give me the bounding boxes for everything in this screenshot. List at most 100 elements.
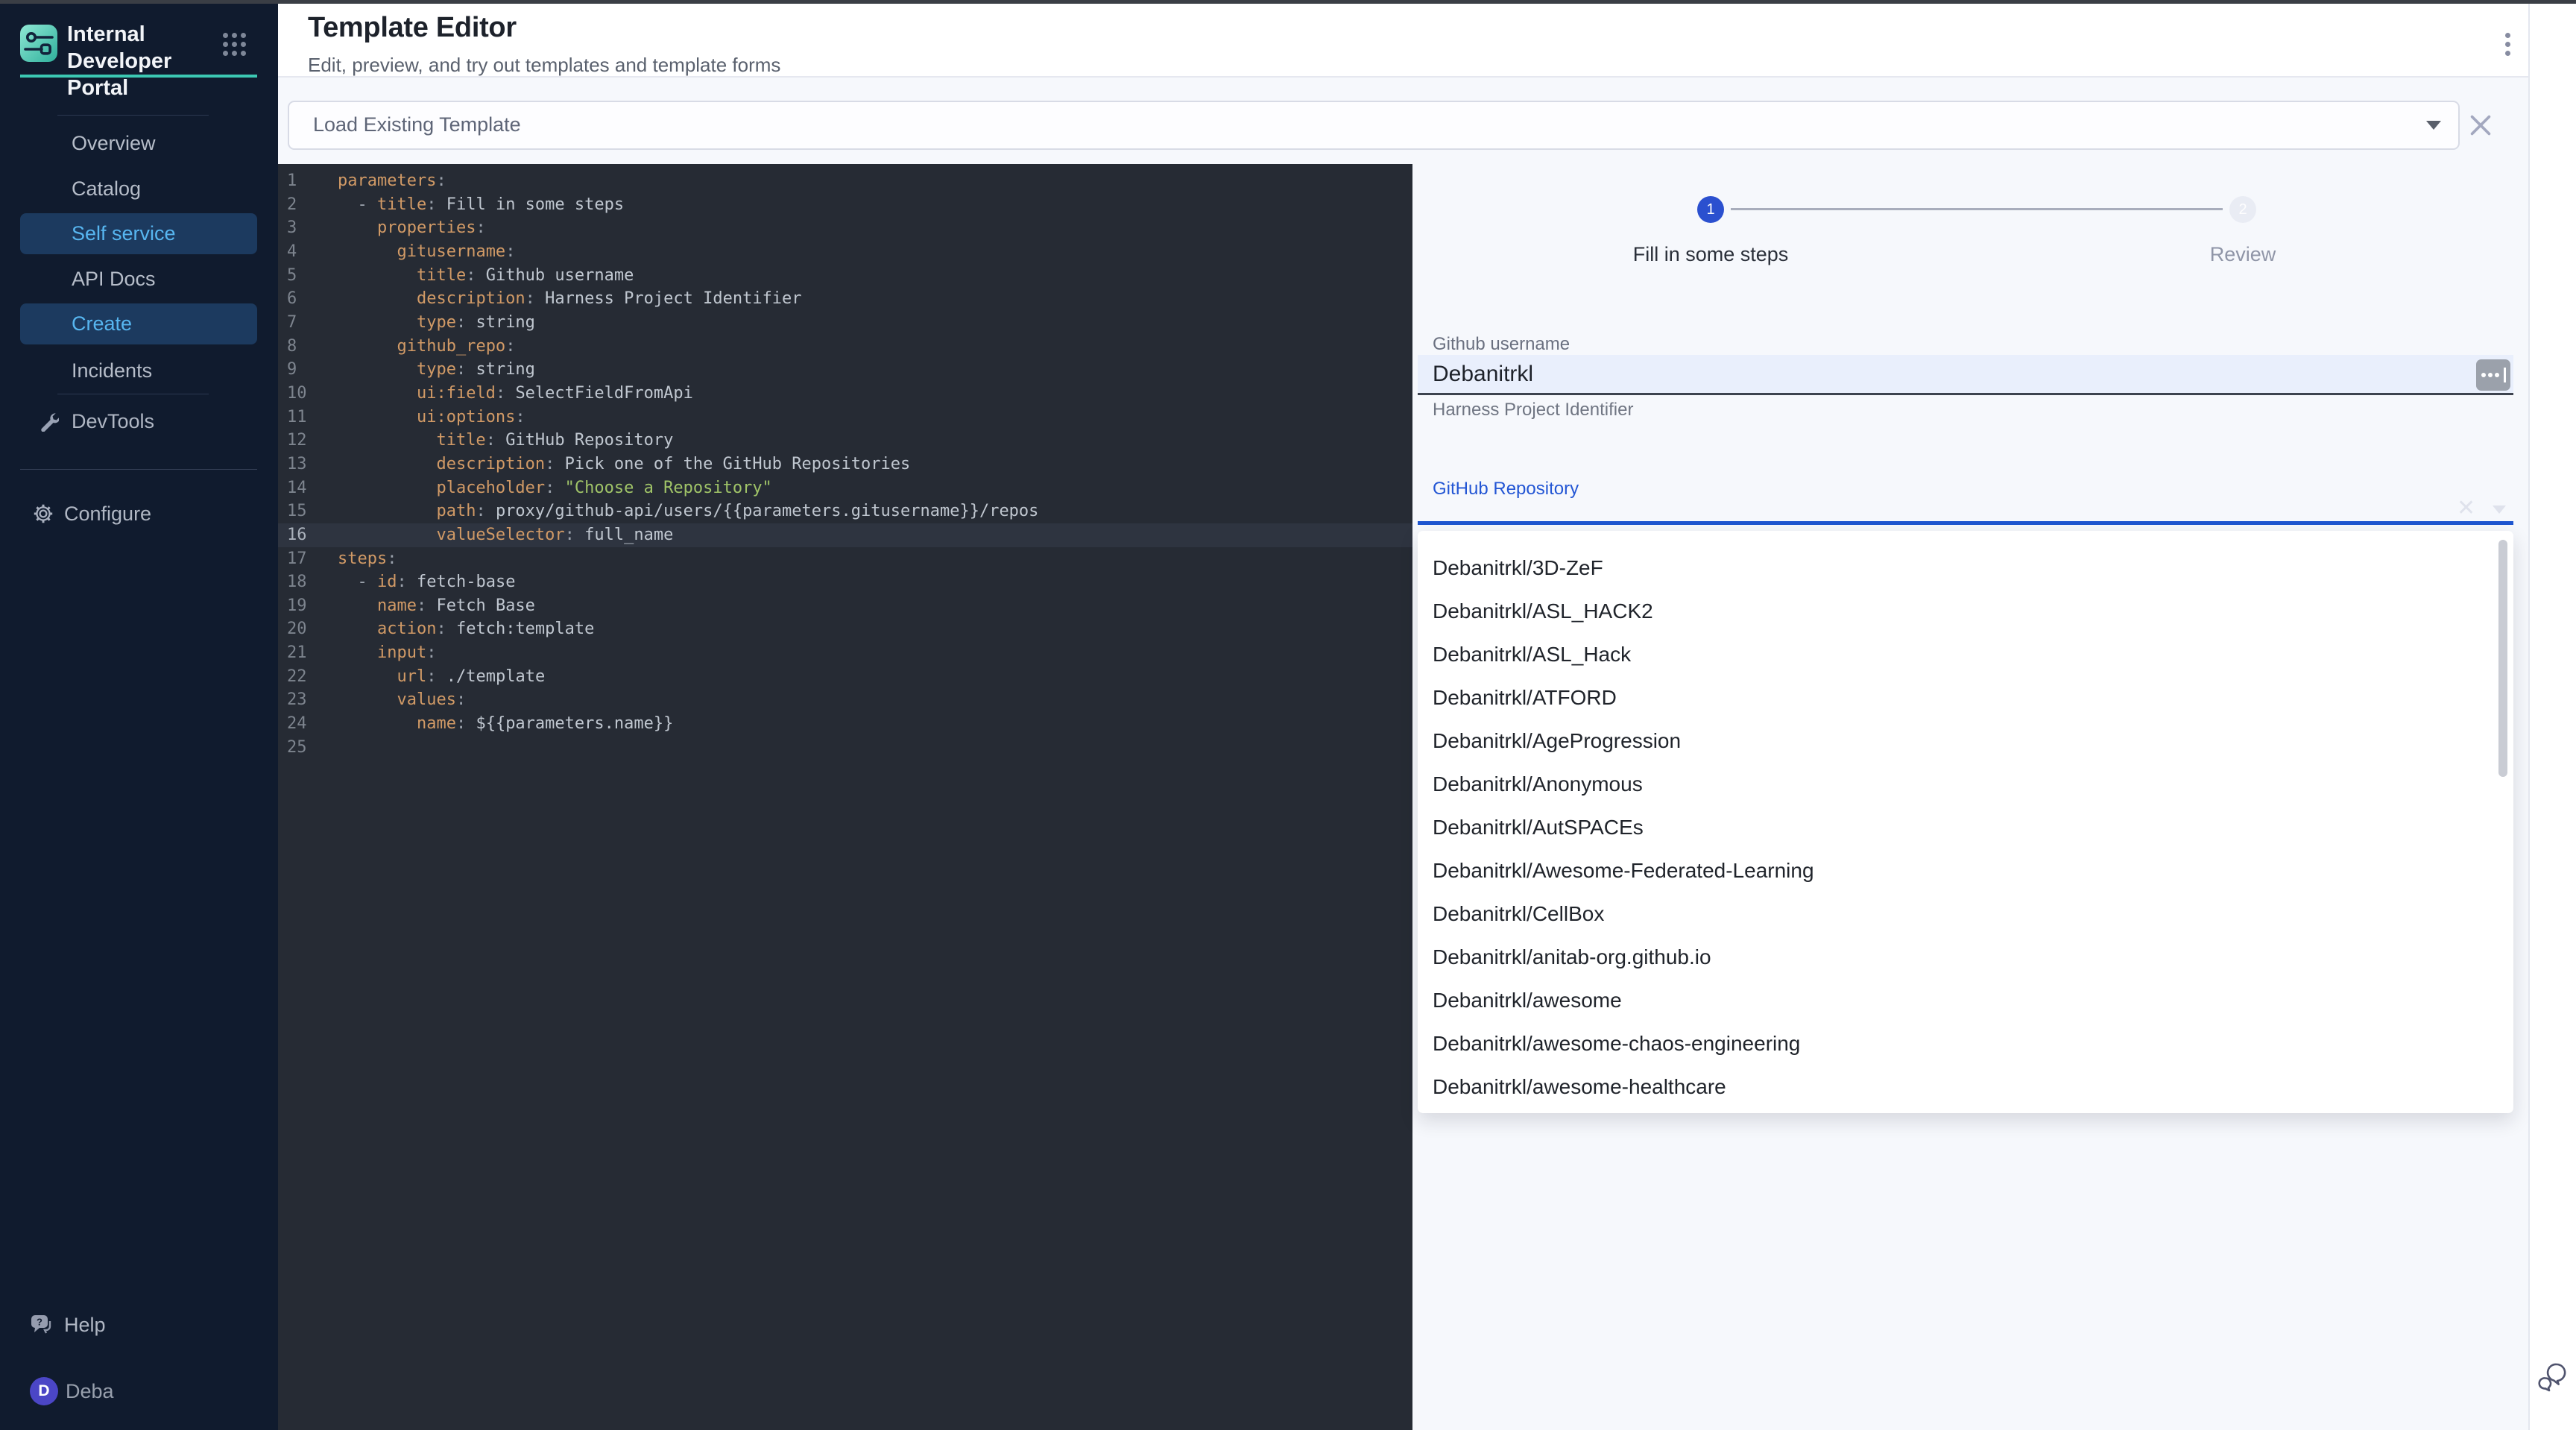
help-label: Help: [64, 1305, 106, 1345]
line-number: 4: [278, 240, 338, 264]
sidebar-item-devtools[interactable]: DevTools: [0, 401, 278, 441]
code-text: title: GitHub Repository: [338, 431, 673, 450]
sidebar-item-catalog[interactable]: Catalog: [20, 168, 257, 209]
line-number: 15: [278, 500, 338, 523]
code-line[interactable]: 18 - id: fetch-base: [278, 570, 1412, 594]
sidebar-divider: [20, 469, 257, 470]
code-line[interactable]: 13 description: Pick one of the GitHub R…: [278, 453, 1412, 476]
code-text: values:: [338, 690, 466, 709]
line-number: 7: [278, 311, 338, 335]
sidebar-user[interactable]: D Deba: [0, 1371, 278, 1411]
focused-field-underline: [1418, 521, 2513, 525]
code-line[interactable]: 12 title: GitHub Repository: [278, 429, 1412, 453]
help-chat-icon: ?: [30, 1314, 55, 1338]
line-number: 16: [278, 523, 338, 547]
dropdown-scrollbar-thumb[interactable]: [2498, 540, 2507, 777]
wrench-icon: [39, 412, 59, 432]
line-number: 12: [278, 429, 338, 453]
repo-option[interactable]: Debanitrkl/ASL_Hack: [1418, 633, 2513, 676]
sidebar-item-overview[interactable]: Overview: [20, 123, 257, 163]
clear-selection-icon[interactable]: ✕: [2457, 495, 2475, 521]
sidebar-item-incidents[interactable]: Incidents: [20, 350, 257, 391]
code-line[interactable]: 16 valueSelector: full_name: [278, 523, 1412, 547]
load-existing-template-select[interactable]: [288, 101, 2460, 150]
stepper-step-2[interactable]: 2: [2229, 196, 2256, 223]
code-line[interactable]: 9 type: string: [278, 358, 1412, 382]
code-line[interactable]: 5 title: Github username: [278, 264, 1412, 288]
code-line[interactable]: 3 properties:: [278, 216, 1412, 240]
code-line[interactable]: 10 ui:field: SelectFieldFromApi: [278, 382, 1412, 406]
code-line[interactable]: 20 action: fetch:template: [278, 617, 1412, 641]
sidebar-item-configure[interactable]: Configure: [0, 494, 278, 534]
code-text: description: Harness Project Identifier: [338, 289, 802, 308]
code-line[interactable]: 2 - title: Fill in some steps: [278, 193, 1412, 217]
stepper-step-1[interactable]: 1: [1697, 196, 1724, 223]
repo-option[interactable]: Debanitrkl/CellBox: [1418, 892, 2513, 936]
repo-option[interactable]: Debanitrkl/anitab-org.github.io: [1418, 936, 2513, 979]
repo-option[interactable]: Debanitrkl/AgeProgression: [1418, 719, 2513, 763]
code-text: ui:field: SelectFieldFromApi: [338, 384, 693, 403]
code-line[interactable]: 1parameters:: [278, 169, 1412, 193]
autofill-icon[interactable]: [2476, 359, 2510, 391]
repo-option[interactable]: Debanitrkl/3D-ZeF: [1418, 547, 2513, 590]
github-username-helper: Harness Project Identifier: [1433, 400, 1633, 421]
sidebar-item-create[interactable]: Create: [20, 303, 257, 344]
code-text: ui:options:: [338, 408, 525, 426]
code-line[interactable]: 7 type: string: [278, 311, 1412, 335]
code-line[interactable]: 19 name: Fetch Base: [278, 594, 1412, 618]
code-text: description: Pick one of the GitHub Repo…: [338, 455, 910, 473]
devtools-label: DevTools: [72, 401, 154, 441]
line-number: 19: [278, 594, 338, 618]
close-icon[interactable]: [2469, 113, 2493, 137]
code-text: placeholder: "Choose a Repository": [338, 479, 772, 497]
line-number: 22: [278, 665, 338, 689]
code-line[interactable]: 6 description: Harness Project Identifie…: [278, 287, 1412, 311]
line-number: 10: [278, 382, 338, 406]
repository-dropdown-list: Debanitrkl/3D-ZeFDebanitrkl/ASL_HACK2Deb…: [1418, 531, 2513, 1113]
dropdown-caret-icon[interactable]: [2426, 121, 2441, 130]
repo-option[interactable]: Debanitrkl/awesome-healthcare: [1418, 1065, 2513, 1109]
more-options-icon[interactable]: [2505, 33, 2510, 56]
repo-option[interactable]: Debanitrkl/awesome-chaos-engineering: [1418, 1022, 2513, 1065]
repo-option[interactable]: Debanitrkl/Anonymous: [1418, 763, 2513, 806]
code-text: valueSelector: full_name: [338, 526, 673, 544]
line-number: 18: [278, 570, 338, 594]
dropdown-caret-icon[interactable]: [2493, 505, 2506, 514]
line-number: 21: [278, 641, 338, 665]
app-switcher-icon[interactable]: [223, 33, 246, 56]
line-number: 3: [278, 216, 338, 240]
code-text: name: Fetch Base: [338, 596, 535, 615]
code-line[interactable]: 25: [278, 736, 1412, 760]
sidebar-item-help[interactable]: ? Help: [0, 1305, 278, 1345]
code-line[interactable]: 23 values:: [278, 688, 1412, 712]
code-line[interactable]: 17steps:: [278, 547, 1412, 571]
code-line[interactable]: 21 input:: [278, 641, 1412, 665]
page-subtitle: Edit, preview, and try out templates and…: [308, 54, 780, 77]
sidebar-item-self-service[interactable]: Self service: [20, 213, 257, 254]
line-number: 8: [278, 335, 338, 359]
repo-option[interactable]: Debanitrkl/ASL_HACK2: [1418, 590, 2513, 633]
line-number: 11: [278, 406, 338, 429]
code-line[interactable]: 14 placeholder: "Choose a Repository": [278, 476, 1412, 500]
code-line[interactable]: 4 gitusername:: [278, 240, 1412, 264]
repo-option[interactable]: Debanitrkl/ATFORD: [1418, 676, 2513, 719]
yaml-code-editor[interactable]: 1parameters:2 - title: Fill in some step…: [278, 164, 1412, 1430]
app-logo-icon[interactable]: [20, 25, 57, 62]
github-username-label: Github username: [1433, 334, 1570, 355]
sidebar-item-api-docs[interactable]: API Docs: [20, 259, 257, 299]
chat-feedback-icon[interactable]: [2536, 1360, 2570, 1394]
code-line[interactable]: 8 github_repo:: [278, 335, 1412, 359]
repo-option[interactable]: Debanitrkl/awesome: [1418, 979, 2513, 1022]
line-number: 6: [278, 287, 338, 311]
sidebar-divider: [57, 115, 209, 116]
github-username-input[interactable]: [1418, 355, 2513, 395]
code-text: - id: fetch-base: [338, 573, 515, 591]
code-line[interactable]: 24 name: ${{parameters.name}}: [278, 712, 1412, 736]
code-line[interactable]: 15 path: proxy/github-api/users/{{parame…: [278, 500, 1412, 523]
code-line[interactable]: 22 url: ./template: [278, 665, 1412, 689]
repo-option[interactable]: Debanitrkl/Awesome-Federated-Learning: [1418, 849, 2513, 892]
github-username-value: Debanitrkl: [1433, 355, 1533, 393]
code-line[interactable]: 11 ui:options:: [278, 406, 1412, 429]
repo-option[interactable]: Debanitrkl/AutSPACEs: [1418, 806, 2513, 849]
line-number: 2: [278, 193, 338, 217]
